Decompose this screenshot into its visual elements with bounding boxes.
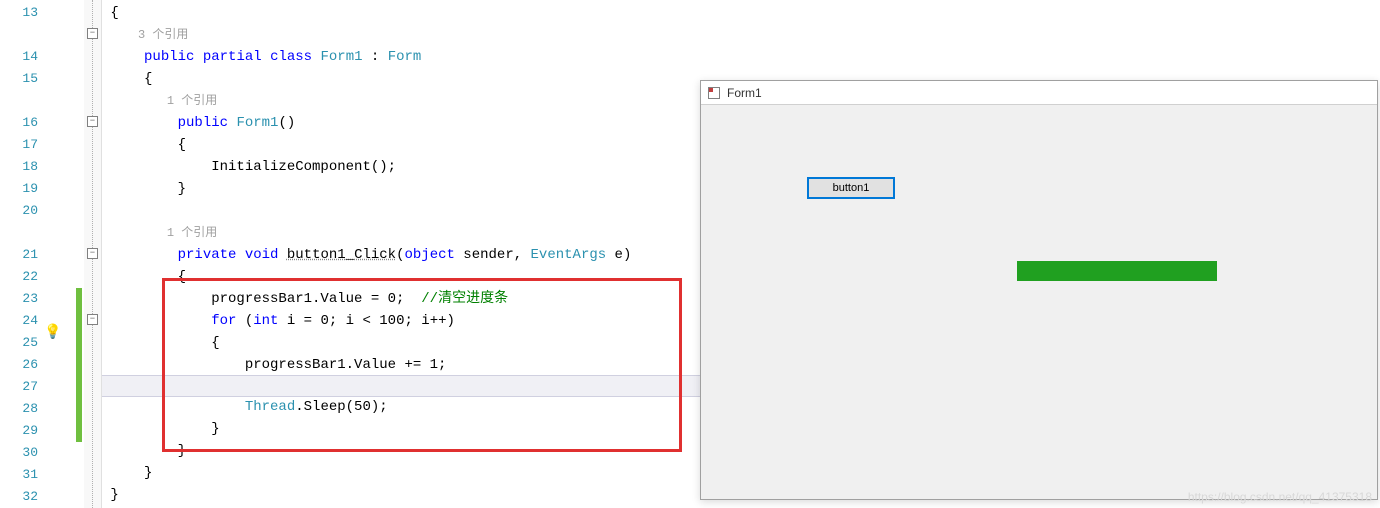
line-number-gutter: 13 14 15 16 17 18 19 20 21 22 23 24 25 2… xyxy=(0,0,42,508)
form-icon xyxy=(707,86,721,100)
line-number: 17 xyxy=(0,134,38,156)
line-number: 14 xyxy=(0,46,38,68)
codelens-references[interactable]: 3 个引用 xyxy=(102,24,700,46)
codelens-references[interactable]: 1 个引用 xyxy=(102,222,700,244)
indicator-margin: 💡 xyxy=(42,0,76,508)
code-line: } xyxy=(102,178,700,200)
code-line-current xyxy=(102,375,700,397)
outlining-margin: − − − − xyxy=(84,0,102,508)
code-line: private void button1_Click(object sender… xyxy=(102,244,700,266)
fold-toggle[interactable]: − xyxy=(87,28,98,39)
code-line: } xyxy=(102,462,700,484)
line-number: 19 xyxy=(0,178,38,200)
change-bar xyxy=(76,288,82,442)
code-line: } xyxy=(102,440,700,462)
fold-toggle[interactable]: − xyxy=(87,248,98,259)
code-line: { xyxy=(102,68,700,90)
line-number: 13 xyxy=(0,2,38,24)
fold-toggle[interactable]: − xyxy=(87,314,98,325)
lightbulb-icon[interactable]: 💡 xyxy=(44,324,61,341)
line-number: 32 xyxy=(0,486,38,508)
form-window: Form1 button1 xyxy=(700,80,1378,500)
code-line: for (int i = 0; i < 100; i++) xyxy=(102,310,700,332)
code-line: public partial class Form1 : Form xyxy=(102,46,700,68)
line-number: 24 xyxy=(0,310,38,332)
line-number: 15 xyxy=(0,68,38,90)
button1[interactable]: button1 xyxy=(807,177,895,199)
window-title: Form1 xyxy=(727,86,762,100)
code-line: public Form1() xyxy=(102,112,700,134)
title-bar[interactable]: Form1 xyxy=(701,81,1377,105)
line-number: 31 xyxy=(0,464,38,486)
code-line: progressBar1.Value += 1; xyxy=(102,354,700,376)
line-number: 22 xyxy=(0,266,38,288)
code-line: { xyxy=(102,2,700,24)
code-area[interactable]: { 3 个引用 public partial class Form1 : For… xyxy=(102,0,700,508)
line-number: 29 xyxy=(0,420,38,442)
fold-toggle[interactable]: − xyxy=(87,116,98,127)
line-number: 28 xyxy=(0,398,38,420)
line-number: 27 xyxy=(0,376,38,398)
code-line: { xyxy=(102,134,700,156)
line-number: 30 xyxy=(0,442,38,464)
code-line: { xyxy=(102,266,700,288)
code-line: } xyxy=(102,484,700,506)
change-tracking-margin xyxy=(76,0,84,508)
code-line: InitializeComponent(); xyxy=(102,156,700,178)
progress-bar xyxy=(1017,261,1217,281)
line-number: 26 xyxy=(0,354,38,376)
line-number: 16 xyxy=(0,112,38,134)
code-line: { xyxy=(102,332,700,354)
line-number: 20 xyxy=(0,200,38,222)
watermark: https://blog.csdn.net/qq_41375318 xyxy=(1188,490,1372,504)
line-number: 23 xyxy=(0,288,38,310)
code-line: Thread.Sleep(50); xyxy=(102,396,700,418)
code-line: } xyxy=(102,418,700,440)
codelens-references[interactable]: 1 个引用 xyxy=(102,90,700,112)
form-client-area: button1 xyxy=(701,105,1377,499)
line-number: 21 xyxy=(0,244,38,266)
code-editor: 13 14 15 16 17 18 19 20 21 22 23 24 25 2… xyxy=(0,0,700,508)
code-line: progressBar1.Value = 0; //清空进度条 xyxy=(102,288,700,310)
code-line xyxy=(102,200,700,222)
line-number: 25 xyxy=(0,332,38,354)
line-number: 18 xyxy=(0,156,38,178)
